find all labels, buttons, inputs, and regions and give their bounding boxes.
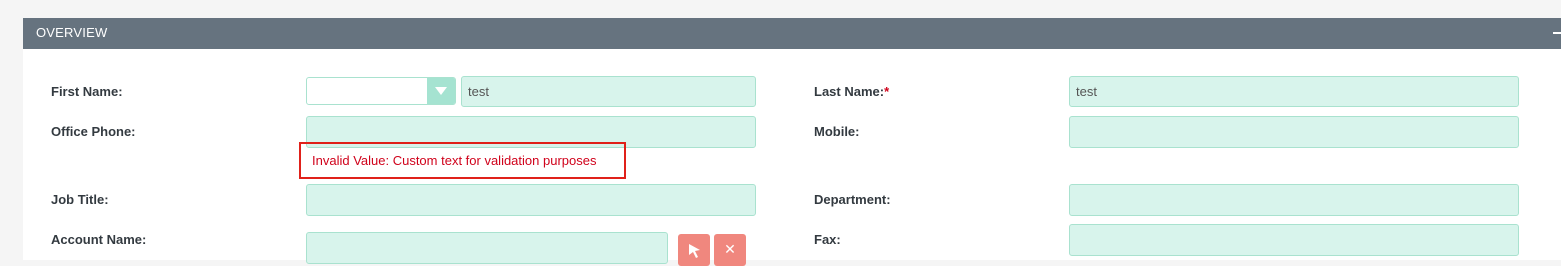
fax-label: Fax: [814, 232, 841, 247]
account-name-input[interactable] [306, 232, 668, 264]
panel-title: OVERVIEW [36, 25, 108, 40]
mobile-input[interactable] [1069, 116, 1519, 148]
required-marker: * [884, 84, 890, 99]
account-name-label: Account Name: [51, 232, 147, 247]
mobile-label: Mobile: [814, 124, 860, 139]
salutation-select[interactable] [306, 77, 456, 105]
job-title-label: Job Title: [51, 192, 109, 207]
last-name-label-text: Last Name: [814, 84, 885, 99]
last-name-label: Last Name:* [814, 84, 889, 99]
office-phone-label: Office Phone: [51, 124, 136, 139]
validation-error-message: Invalid Value: Custom text for validatio… [299, 142, 626, 179]
chevron-down-icon [435, 87, 447, 95]
panel-header[interactable]: OVERVIEW [23, 18, 1561, 49]
department-label: Department: [814, 192, 891, 207]
first-name-input[interactable]: test [461, 76, 756, 107]
fax-input[interactable] [1069, 224, 1519, 256]
job-title-input[interactable] [306, 184, 756, 216]
overview-panel: OVERVIEW First Name: test Last Name:* te… [23, 18, 1561, 266]
department-input[interactable] [1069, 184, 1519, 216]
collapse-icon[interactable] [1553, 32, 1561, 34]
salutation-dropdown-button[interactable] [427, 78, 455, 104]
select-account-button[interactable] [678, 234, 710, 266]
last-name-input[interactable]: test [1069, 76, 1519, 107]
first-name-label: First Name: [51, 84, 123, 99]
close-icon: ✕ [724, 241, 736, 257]
clear-account-button[interactable]: ✕ [714, 234, 746, 266]
cursor-arrow-icon [689, 244, 700, 258]
